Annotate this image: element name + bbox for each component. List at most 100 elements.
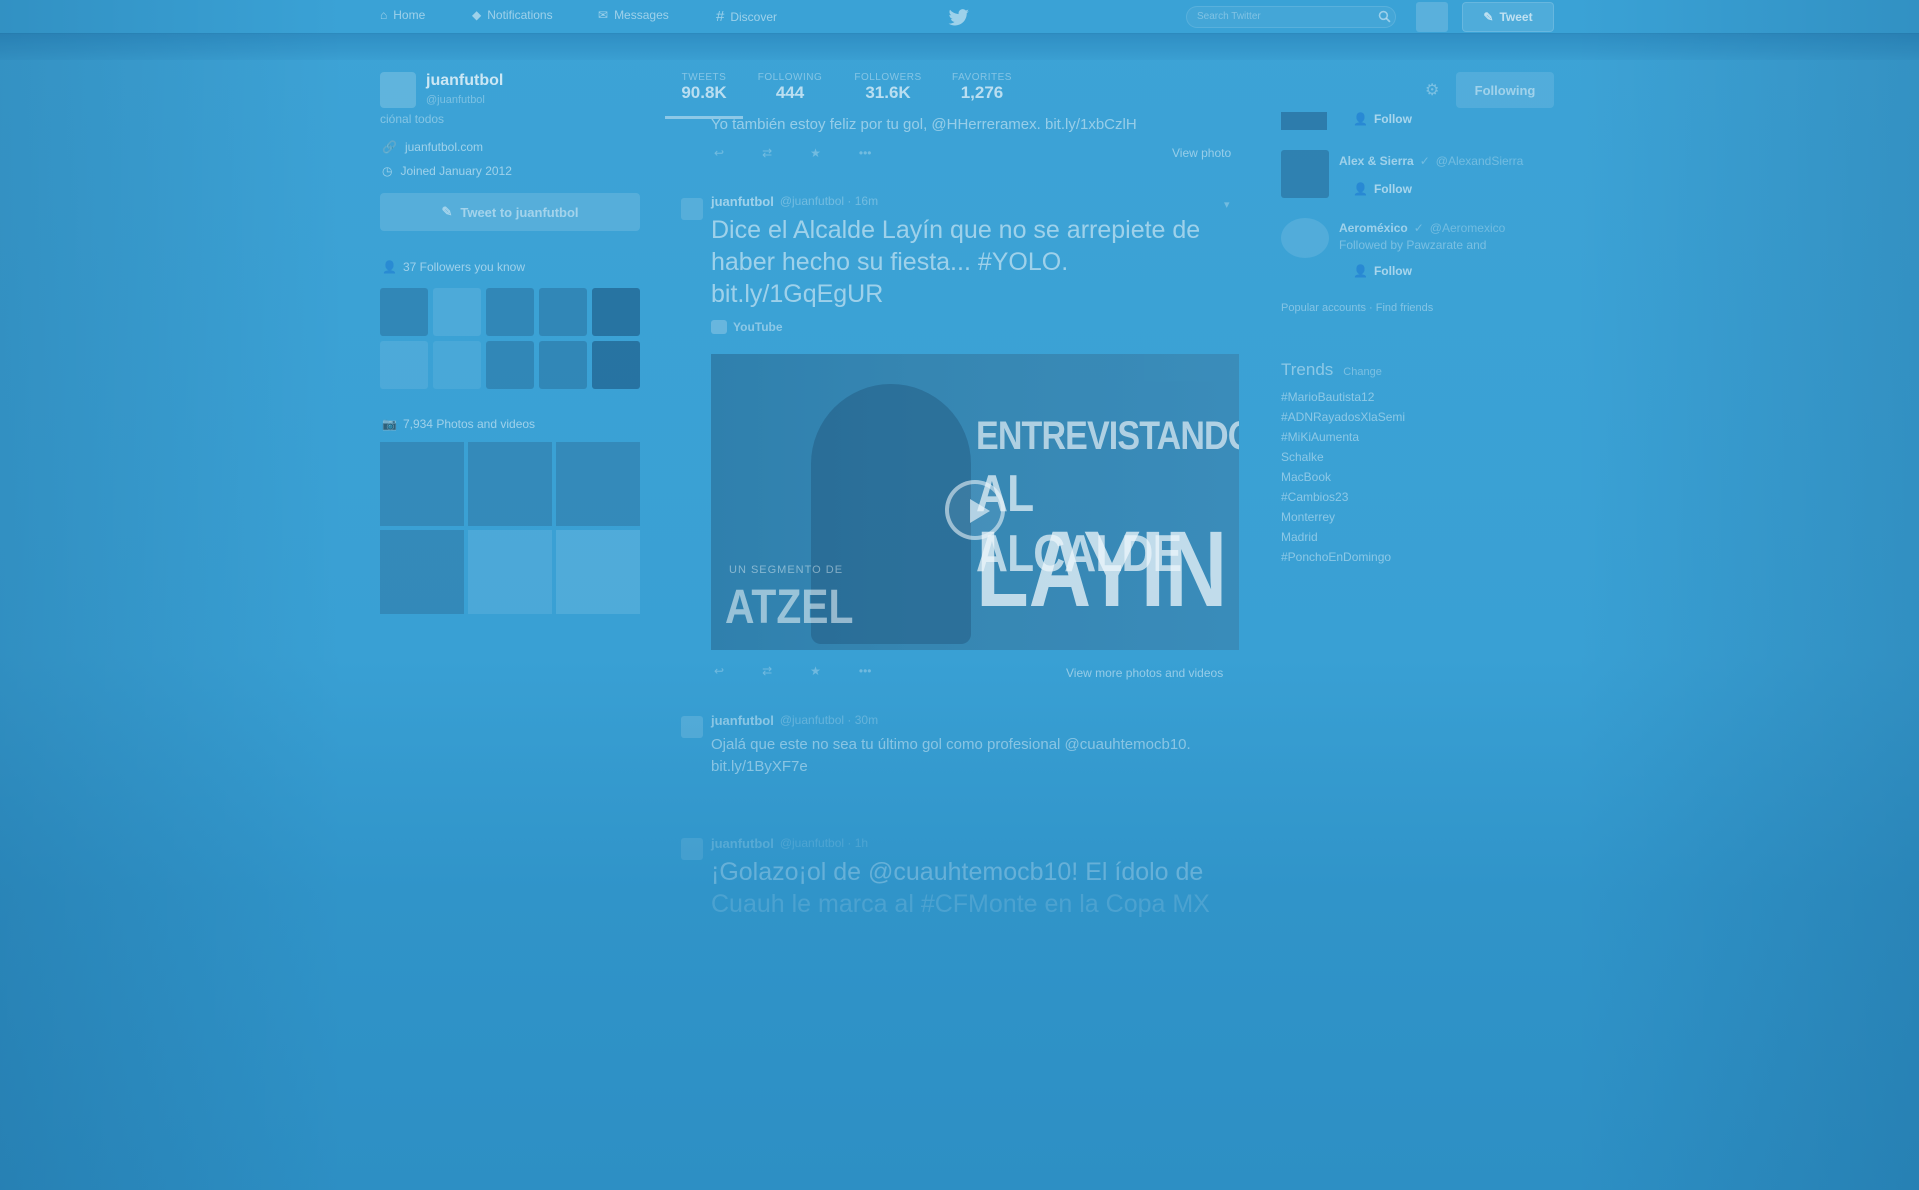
follow-button[interactable]: 👤 Follow xyxy=(1353,112,1412,126)
video-card[interactable]: ENTREVISTANDO AL ALCALDE LAYIN UN SEGMEN… xyxy=(711,354,1239,650)
follow-button[interactable]: 👤 Follow xyxy=(1353,264,1412,278)
profile-header-band xyxy=(0,34,1919,60)
trend-item[interactable]: Madrid xyxy=(1281,527,1405,547)
user-avatar[interactable] xyxy=(1416,2,1448,32)
media-thumb[interactable] xyxy=(468,442,552,526)
tweet-link[interactable]: bit.ly/1ByXF7e xyxy=(711,756,1251,778)
settings-gear-icon[interactable]: ⚙ xyxy=(1425,80,1439,100)
trend-item[interactable]: #PonchoEnDomingo xyxy=(1281,547,1405,567)
media-thumb[interactable] xyxy=(556,530,640,614)
tweet-meta: @juanfutbol · 1h xyxy=(779,836,869,850)
stat-value: 1,276 xyxy=(960,83,1004,102)
followers-you-know-heading[interactable]: 👤 37 Followers you know xyxy=(382,260,525,274)
trend-item[interactable]: Monterrey xyxy=(1281,507,1405,527)
trend-item[interactable]: #MiKiAumenta xyxy=(1281,427,1405,447)
follow-label: Follow xyxy=(1373,112,1412,126)
more-icon[interactable]: ••• xyxy=(859,664,872,678)
view-more-media-link[interactable]: View more photos and videos xyxy=(1066,666,1223,680)
stat-label: FAVORITES xyxy=(952,72,1012,83)
twitter-bird-icon[interactable] xyxy=(948,9,970,27)
retweet-icon[interactable]: ⇄ xyxy=(762,664,772,678)
suggested-handle: @AlexandSierra xyxy=(1435,154,1524,168)
nav-messages[interactable]: ✉ Messages xyxy=(598,8,669,22)
media-thumb[interactable] xyxy=(556,442,640,526)
reply-icon[interactable]: ↩ xyxy=(714,664,724,678)
tweet-avatar[interactable] xyxy=(681,716,703,738)
follower-thumb[interactable] xyxy=(380,341,428,389)
tweet-body: Dice el Alcalde Layín que no se arrepiet… xyxy=(711,214,1231,310)
compose-tweet-button[interactable]: ✎ Tweet xyxy=(1462,2,1554,32)
tweet-link[interactable]: bit.ly/1GqEgUR xyxy=(711,278,1231,310)
profile-website[interactable]: 🔗 juanfutbol.com xyxy=(382,140,483,154)
suggested-avatar[interactable] xyxy=(1281,218,1329,258)
wtf-links[interactable]: Popular accounts · Find friends xyxy=(1281,302,1433,314)
search-icon[interactable] xyxy=(1378,10,1391,23)
follower-thumb[interactable] xyxy=(539,288,587,336)
tweet-author[interactable]: juanfutbol xyxy=(711,713,774,728)
follower-thumb[interactable] xyxy=(592,341,640,389)
tweet-author[interactable]: juanfutbol xyxy=(711,836,774,851)
tweet-actions: ↩ ⇄ ★ ••• xyxy=(714,664,872,678)
follower-thumb[interactable] xyxy=(433,288,481,336)
tweet-line: Dice el Alcalde Layín que no se arrepiet… xyxy=(711,216,1201,244)
retweet-icon[interactable]: ⇄ xyxy=(762,146,772,160)
tweet-header: juanfutbol @juanfutbol · 1h xyxy=(711,836,868,851)
trend-item[interactable]: MacBook xyxy=(1281,467,1405,487)
hash-icon: # xyxy=(716,8,725,25)
stat-label: FOLLOWING xyxy=(757,72,823,83)
tweet-avatar[interactable] xyxy=(681,198,703,220)
tweet-author[interactable]: juanfutbol xyxy=(711,194,774,209)
nav-messages-label: Messages xyxy=(614,8,669,22)
trends-header: Trends Change xyxy=(1281,360,1382,380)
tweet-text: Yo también estoy feliz por tu gol, @HHer… xyxy=(711,116,1137,133)
trends-change-link[interactable]: Change xyxy=(1343,366,1382,378)
search-input[interactable]: Search Twitter xyxy=(1186,6,1396,28)
stat-tweets[interactable]: TWEETS 90.8K xyxy=(680,72,728,103)
stat-favorites[interactable]: FAVORITES 1,276 xyxy=(950,72,1014,103)
view-photo-link[interactable]: View photo xyxy=(1172,146,1231,160)
favorite-icon[interactable]: ★ xyxy=(810,664,821,678)
tweet-avatar[interactable] xyxy=(681,838,703,860)
suggested-avatar[interactable] xyxy=(1281,150,1329,198)
trend-item[interactable]: #MarioBautista12 xyxy=(1281,387,1405,407)
follow-button[interactable]: 👤 Follow xyxy=(1353,182,1412,196)
more-icon[interactable]: ••• xyxy=(859,146,872,160)
follower-thumb[interactable] xyxy=(486,341,534,389)
profile-avatar[interactable] xyxy=(380,72,416,108)
tweet-meta: @juanfutbol · 16m xyxy=(779,194,879,208)
media-thumb[interactable] xyxy=(380,530,464,614)
trend-item[interactable]: Schalke xyxy=(1281,447,1405,467)
following-button[interactable]: Following xyxy=(1456,72,1554,108)
bell-icon: ◆ xyxy=(472,8,482,22)
media-thumb[interactable] xyxy=(468,530,552,614)
followed-by-text: Followed by Pawzarate and xyxy=(1339,238,1487,252)
tweet-line: haber hecho su fiesta... #YOLO. xyxy=(711,248,1069,276)
follower-thumb[interactable] xyxy=(539,341,587,389)
nav-home[interactable]: ⌂ Home xyxy=(380,8,425,22)
video-title-3: LAYIN xyxy=(976,508,1228,629)
tweet-header: juanfutbol @juanfutbol · 30m xyxy=(711,713,878,728)
reply-icon[interactable]: ↩ xyxy=(714,146,724,160)
chevron-down-icon[interactable]: ▾ xyxy=(1224,198,1230,211)
nav-notifications[interactable]: ◆ Notifications xyxy=(472,8,553,22)
media-thumb[interactable] xyxy=(380,442,464,526)
tweet-to-button[interactable]: ✎ Tweet to juanfutbol xyxy=(380,193,640,231)
stat-following[interactable]: FOLLOWING 444 xyxy=(756,72,824,103)
follower-thumb[interactable] xyxy=(592,288,640,336)
suggested-avatar[interactable] xyxy=(1281,112,1327,130)
tweet-source[interactable]: YouTube xyxy=(711,320,783,334)
play-icon[interactable] xyxy=(945,480,1005,540)
follower-thumb[interactable] xyxy=(433,341,481,389)
suggested-user[interactable]: Aeroméxico ✓ @Aeromexico xyxy=(1339,221,1505,235)
trend-item[interactable]: #Cambios23 xyxy=(1281,487,1405,507)
person-icon: 👤 xyxy=(382,260,397,274)
compose-icon: ✎ xyxy=(1483,10,1494,24)
stat-followers[interactable]: FOLLOWERS 31.6K xyxy=(852,72,924,103)
suggested-user[interactable]: Alex & Sierra ✓ @AlexandSierra xyxy=(1339,154,1523,168)
nav-discover[interactable]: # Discover xyxy=(716,8,777,25)
photos-videos-heading[interactable]: 📷 7,934 Photos and videos xyxy=(382,417,535,431)
favorite-icon[interactable]: ★ xyxy=(810,146,821,160)
follower-thumb[interactable] xyxy=(380,288,428,336)
trend-item[interactable]: #ADNRayadosXlaSemi xyxy=(1281,407,1405,427)
follower-thumb[interactable] xyxy=(486,288,534,336)
